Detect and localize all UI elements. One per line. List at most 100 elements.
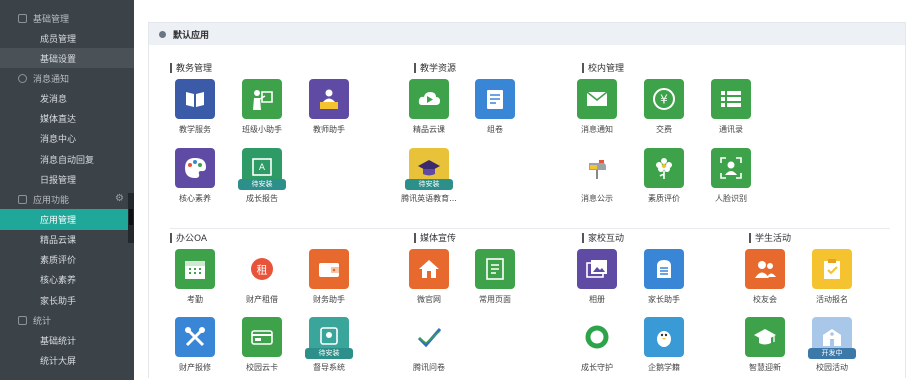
envelope-icon: [577, 79, 617, 119]
clipboard-check-icon: [812, 249, 852, 289]
app-label: 财产报修: [179, 363, 211, 372]
sidebar-scrollbar[interactable]: [128, 193, 134, 243]
checkmark-icon: [409, 317, 449, 357]
gear-icon[interactable]: ⚙: [115, 193, 124, 204]
app-supervision[interactable]: 待安装 督导系统: [299, 317, 359, 373]
app-test-paper[interactable]: 组卷: [465, 79, 525, 135]
app-teaching-service[interactable]: 教学服务: [165, 79, 225, 135]
test-paper-icon: [475, 79, 515, 119]
group-title-teaching-resources: 教学资源: [414, 61, 456, 74]
app-label: 智慧迎新: [749, 363, 781, 372]
app-contacts[interactable]: 通讯录: [701, 79, 761, 135]
graduation-cap-icon: 待安装: [405, 148, 453, 190]
section-header: 默认应用: [149, 23, 905, 45]
teacher-board-icon: [242, 79, 282, 119]
report-icon: A 待安装: [238, 148, 286, 190]
app-quality-eval[interactable]: 素质评价: [634, 148, 694, 204]
app-label: 相册: [589, 295, 605, 304]
app-campus-activity[interactable]: 开发中 校园活动: [802, 317, 862, 373]
app-campus-card[interactable]: 校园云卡: [232, 317, 292, 373]
app-class-helper[interactable]: 班级小助手: [232, 79, 292, 135]
app-label: 考勤: [187, 295, 203, 304]
app-label: 腾讯英语教育...: [401, 194, 457, 203]
app-label: 校友会: [753, 295, 777, 304]
penguin-icon: [644, 317, 684, 357]
flower-icon: [644, 148, 684, 188]
sidebar-section-stats[interactable]: 统计: [0, 310, 134, 330]
app-label: 核心素养: [179, 194, 211, 203]
app-penguin-registry[interactable]: 企鹅学籍: [634, 317, 694, 373]
app-album[interactable]: 相册: [567, 249, 627, 305]
book-icon: [175, 79, 215, 119]
app-growth-guard[interactable]: 成长守护: [567, 317, 627, 373]
list-icon: [711, 79, 751, 119]
app-teacher-assistant[interactable]: 教师助手: [299, 79, 359, 135]
sidebar-item-message-center[interactable]: 消息中心: [0, 129, 134, 149]
app-face-recognition[interactable]: 人脸识别: [701, 148, 761, 204]
sidebar-item-app-management[interactable]: 应用管理: [0, 209, 134, 230]
app-event-signup[interactable]: 活动报名: [802, 249, 862, 305]
sidebar-item-daily-report[interactable]: 日报管理: [0, 169, 134, 189]
yen-icon: ¥: [644, 79, 684, 119]
group-title-home-school: 家校互动: [582, 231, 624, 244]
group-title-academic: 教务管理: [170, 61, 212, 74]
app-cloud-course[interactable]: 精品云课: [399, 79, 459, 135]
app-label: 腾讯问卷: [413, 363, 445, 372]
grid-icon: [18, 194, 27, 204]
sidebar-item-parent-assistant[interactable]: 家长助手: [0, 290, 134, 310]
sidebar-section-messages[interactable]: 消息通知: [0, 68, 134, 88]
sidebar-item-media-direct[interactable]: 媒体直达: [0, 109, 134, 129]
app-growth-report[interactable]: A 待安装 成长报告: [232, 148, 292, 204]
rent-icon: 租: [242, 249, 282, 289]
people-icon: [745, 249, 785, 289]
bullet-icon: [159, 30, 166, 38]
app-smart-welcome[interactable]: 智慧迎新: [735, 317, 795, 373]
app-label: 微官网: [417, 295, 441, 304]
svg-text:租: 租: [257, 264, 268, 277]
app-core-literacy[interactable]: 核心素养: [165, 148, 225, 204]
app-attendance[interactable]: 考勤: [165, 249, 225, 305]
app-label: 教学服务: [179, 125, 211, 134]
app-common-pages[interactable]: 常用页面: [465, 249, 525, 305]
install-badge: 待安装: [405, 179, 453, 190]
app-label: 财产租借: [246, 295, 278, 304]
app-asset-repair[interactable]: 财产报修: [165, 317, 225, 373]
app-asset-rental[interactable]: 租 财产租借: [232, 249, 292, 305]
app-finance-assistant[interactable]: 财务助手: [299, 249, 359, 305]
sidebar-item-stats-screen[interactable]: 统计大屏: [0, 350, 134, 370]
app-tencent-english[interactable]: 待安装 腾讯英语教育...: [399, 148, 459, 204]
app-label: 成长报告: [246, 194, 278, 203]
sidebar-item-members[interactable]: 成员管理: [0, 28, 134, 48]
app-label: 精品云课: [413, 125, 445, 134]
sidebar-item-auto-reply[interactable]: 消息自动回复: [0, 149, 134, 169]
sidebar-item-core-literacy[interactable]: 核心素养: [0, 270, 134, 290]
app-label: 素质评价: [648, 194, 680, 203]
app-message-publicity[interactable]: 消息公示: [567, 148, 627, 204]
group-title-campus: 校内管理: [582, 61, 624, 74]
sidebar-item-cloud-course[interactable]: 精品云课: [0, 230, 134, 250]
sidebar-item-send-message[interactable]: 发消息: [0, 88, 134, 108]
app-label: 活动报名: [816, 295, 848, 304]
sidebar-section-basic[interactable]: 基础管理: [0, 8, 134, 28]
mortarboard-icon: [745, 317, 785, 357]
sidebar-item-quality-eval[interactable]: 素质评价: [0, 250, 134, 270]
svg-text:A: A: [259, 163, 266, 173]
sidebar-section-label: 消息通知: [33, 74, 70, 85]
app-tencent-survey[interactable]: 腾讯问卷: [399, 317, 459, 373]
app-alumni[interactable]: 校友会: [735, 249, 795, 305]
folder-icon: [18, 13, 27, 23]
sidebar-item-basic-settings[interactable]: 基础设置: [0, 48, 134, 69]
sidebar-item-basic-stats[interactable]: 基础统计: [0, 330, 134, 350]
sidebar: 基础管理 成员管理 基础设置 消息通知 发消息 媒体直达 消息中心 消息自动回复…: [0, 0, 134, 380]
app-label: 通讯录: [719, 125, 743, 134]
group-divider: [170, 228, 890, 229]
sidebar-section-apps[interactable]: 应用功能 ⚙: [0, 189, 134, 209]
app-label: 班级小助手: [242, 125, 282, 134]
app-label: 教师助手: [313, 125, 345, 134]
app-parent-assistant[interactable]: 家长助手: [634, 249, 694, 305]
app-payment[interactable]: ¥ 交费: [634, 79, 694, 135]
app-label: 督导系统: [313, 363, 345, 372]
app-message-notify[interactable]: 消息通知: [567, 79, 627, 135]
app-micro-site[interactable]: 微官网: [399, 249, 459, 305]
calendar-icon: [175, 249, 215, 289]
